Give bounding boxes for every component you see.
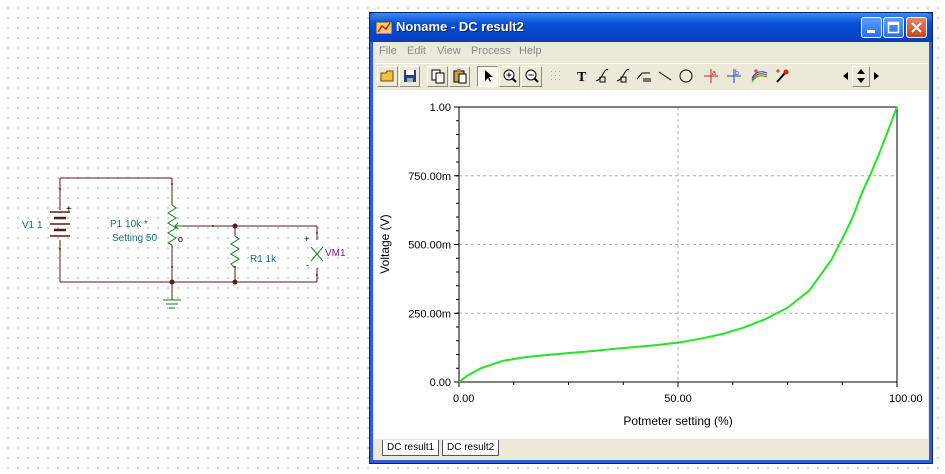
vm1-label[interactable]: VM1 [325, 248, 346, 259]
schematic [50, 177, 324, 309]
tab-dc-result1[interactable]: DC result1 [382, 440, 440, 456]
x-tick-label: 50.00 [664, 393, 692, 405]
ground-symbol [163, 299, 181, 309]
x-tick-label: 100.00 [889, 393, 923, 405]
grid-icon[interactable] [545, 66, 566, 87]
minimize-button[interactable] [861, 17, 882, 38]
line-icon[interactable] [654, 66, 675, 87]
y-tick-label: 250.00m [408, 308, 451, 320]
select-arrow-icon[interactable] [477, 66, 498, 87]
chart-ticks: 0.00 250.00m 500.00m 750.00m 1.00 0.00 50.00 10… [408, 102, 922, 405]
menu-bar: File Edit View Process Help [374, 42, 928, 62]
vm1-minus-sign: - [306, 260, 309, 270]
menu-view[interactable]: View [437, 45, 461, 57]
p1-label[interactable]: P1 10k * [110, 219, 148, 230]
x-axis-title: Potmeter setting (%) [623, 414, 732, 428]
text-icon[interactable]: T [571, 66, 592, 87]
open-icon[interactable] [377, 66, 398, 87]
copy-icon[interactable] [427, 66, 448, 87]
maximize-button[interactable] [883, 17, 904, 38]
curve-label-icon[interactable] [633, 66, 654, 87]
menu-help[interactable]: Help [519, 45, 542, 57]
app-icon [376, 21, 392, 34]
arrow-right-icon[interactable] [870, 66, 882, 87]
svg-text:a: a [712, 70, 716, 77]
close-button[interactable] [906, 17, 927, 38]
x-tick-label: 0.00 [453, 393, 474, 405]
y-tick-label: 750.00m [408, 171, 451, 183]
p1-setting-label[interactable]: Setting 50 [112, 233, 157, 244]
wiper-mark: o [178, 234, 184, 244]
marker-a-icon[interactable] [591, 66, 612, 87]
y-tick-label: 500.00m [408, 240, 451, 252]
dc-result-window[interactable]: Noname - DC result2 File Edit View Proce… [369, 12, 933, 464]
circle-icon[interactable] [675, 66, 696, 87]
menu-edit[interactable]: Edit [407, 45, 426, 57]
arrow-left-icon[interactable] [840, 66, 852, 87]
save-icon[interactable] [399, 66, 420, 87]
y-tick-label: 1.00 [430, 102, 451, 114]
y-axis-title: Voltage (V) [378, 214, 392, 273]
potentiometer-symbol [166, 204, 177, 246]
plot-area[interactable]: 0.00 250.00m 500.00m 750.00m 1.00 0.00 50.00 10… [374, 90, 928, 439]
cursor-a-icon[interactable]: a [700, 66, 721, 87]
resistor-symbol [230, 235, 240, 269]
window-title: Noname - DC result2 [396, 19, 524, 34]
v1-label[interactable]: V1 1 [22, 220, 43, 231]
probe-icon[interactable] [771, 66, 792, 87]
marker-b-icon[interactable] [612, 66, 633, 87]
result-tab-bar: DC result1 DC result2 [374, 440, 928, 459]
arrow-up-down-icon[interactable] [852, 66, 870, 87]
svg-text:b: b [735, 70, 739, 77]
voltmeter-symbol [310, 246, 324, 262]
battery-symbol [50, 211, 70, 237]
curve-color-icon[interactable] [749, 66, 770, 87]
svg-text:T: T [577, 70, 587, 84]
vm1-plus-sign: + [304, 234, 310, 244]
y-tick-label: 0.00 [430, 377, 451, 389]
menu-process[interactable]: Process [471, 45, 511, 57]
paste-icon[interactable] [449, 66, 470, 87]
toolbar: T a b [374, 63, 928, 90]
battery-plus-sign: + [66, 204, 72, 215]
dc-result-chart[interactable]: 0.00 250.00m 500.00m 750.00m 1.00 0.00 50.00 10… [374, 90, 928, 439]
tab-dc-result2[interactable]: DC result2 [442, 440, 500, 456]
menu-file[interactable]: File [379, 45, 397, 57]
zoom-out-icon[interactable] [521, 66, 542, 87]
cursor-b-icon[interactable]: b [723, 66, 744, 87]
zoom-in-icon[interactable] [499, 66, 520, 87]
title-bar[interactable]: Noname - DC result2 [370, 13, 932, 42]
chart-grid [459, 107, 897, 382]
r1-label[interactable]: R1 1k [250, 254, 276, 265]
